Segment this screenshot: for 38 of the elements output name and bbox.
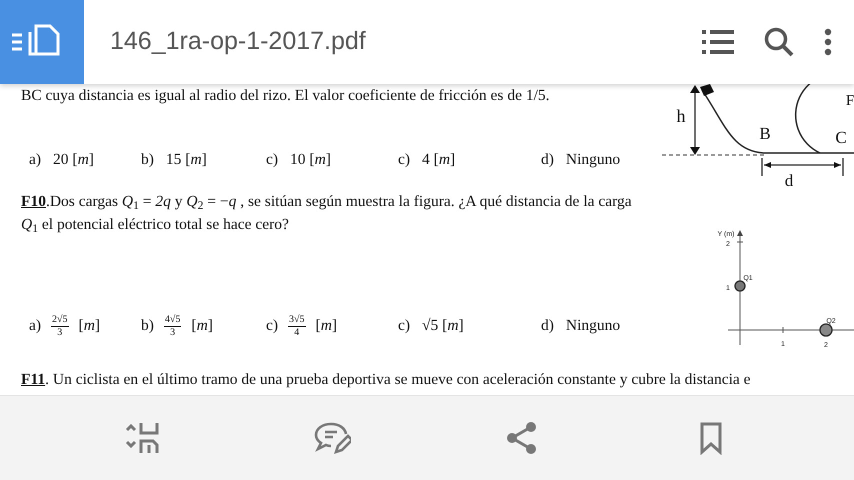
option-text: 10 [m] [290,150,331,170]
contents-list-icon[interactable] [702,28,734,56]
figure-label: F [846,93,854,109]
option-text: [m] [78,316,100,336]
option-letter: a) [29,150,42,170]
search-icon[interactable] [764,27,794,57]
figure-label: d [784,171,794,190]
option-letter: b) [141,316,154,336]
drawer-button[interactable] [0,0,84,84]
fraction: 2√5 3 [51,314,69,338]
figure-label: B [759,124,771,143]
option-text: 15 [m] [166,150,207,170]
option-letter: d) [541,150,554,170]
option-text: Ninguno [566,150,620,170]
document-title: 146_1ra-op-1-2017.pdf [110,26,366,58]
figure-label: h [676,106,686,126]
question-text: F11. Un ciclista en el último tramo de una prueba deportiva se mueve con aceleración constante y cubre la distancia e [21,370,752,390]
option-text: 4 [m] [422,150,456,170]
option-text: [m] [191,316,213,336]
option-text: Ninguno [566,316,620,336]
option-letter: c) [398,150,410,170]
option-text: 20 [m] [53,150,94,170]
option-letter: c) [398,316,410,336]
question-text: BC cuya distancia es igual al radio del rizo. El valor coeficiente de fricción es de 1/5. [21,86,551,106]
option-letter: d) [541,316,554,336]
figure-label: C [835,128,847,147]
charge-dot [819,323,833,337]
option-letter: c) [266,316,278,336]
option-letter: a) [29,316,42,336]
fraction: 3√5 4 [288,314,306,338]
charge-dot [734,280,746,292]
more-options-icon[interactable] [824,28,832,56]
option-text: [m] [316,316,338,336]
option-letter: c) [266,150,278,170]
option-letter: b) [141,150,154,170]
option-text: √5 [m] [422,316,464,336]
question-text: F10.Dos cargas Q$_{1}$ = 2q y Q$_{2}$ = −q , se sitúan según muestra la figura. ¿A qué distancia de la carga Q$_{1}$ el potencial eléctrico total se hace cero? [21,192,633,236]
fraction: 4√5 3 [164,314,182,338]
